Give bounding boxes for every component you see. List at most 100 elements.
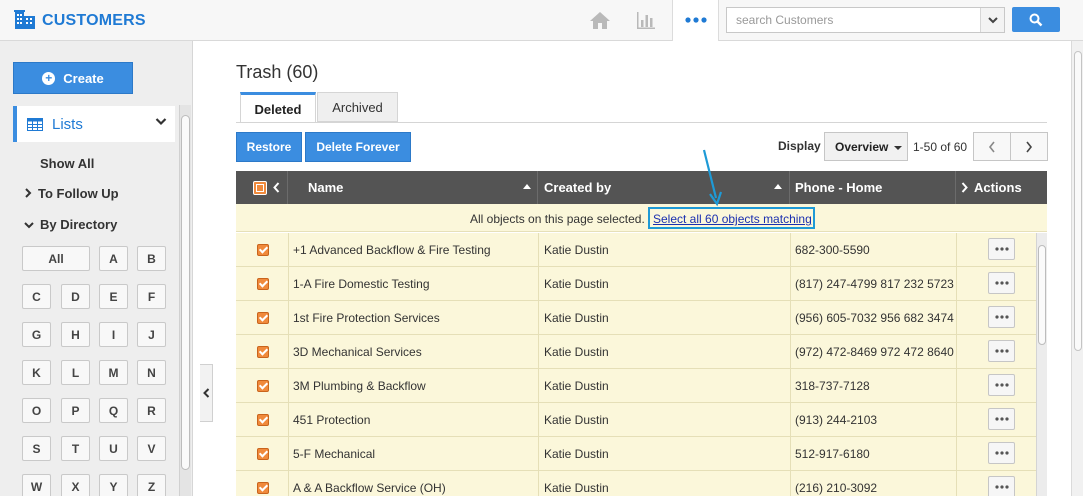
directory-letter-p[interactable]: P bbox=[61, 398, 90, 423]
search-button[interactable] bbox=[1012, 7, 1060, 32]
column-phone-home[interactable]: Phone - Home bbox=[790, 171, 956, 204]
column-actions[interactable]: Actions bbox=[956, 171, 1047, 204]
more-menu[interactable] bbox=[672, 0, 719, 41]
row-actions-button[interactable] bbox=[988, 408, 1015, 430]
row-name[interactable]: 3M Plumbing & Backflow bbox=[293, 379, 533, 393]
brand[interactable]: CUSTOMERS bbox=[14, 9, 146, 32]
select-all-checkbox[interactable] bbox=[253, 181, 267, 195]
directory-letter-h[interactable]: H bbox=[61, 322, 90, 347]
page-scrollbar[interactable] bbox=[1071, 41, 1083, 496]
table-row[interactable]: 1st Fire Protection Services Katie Dustin… bbox=[236, 301, 1036, 335]
directory-letter-z[interactable]: Z bbox=[137, 474, 166, 496]
table-row[interactable]: A & A Backflow Service (OH) Katie Dustin (… bbox=[236, 471, 1036, 496]
prev-page-button[interactable] bbox=[973, 132, 1011, 161]
directory-letter-d[interactable]: D bbox=[61, 284, 90, 309]
directory-letter-y[interactable]: Y bbox=[99, 474, 128, 496]
row-name[interactable]: 1-A Fire Domestic Testing bbox=[293, 277, 533, 291]
row-checkbox[interactable] bbox=[257, 482, 269, 494]
directory-letter-q[interactable]: Q bbox=[99, 398, 128, 423]
row-actions-button[interactable] bbox=[988, 306, 1015, 328]
collapse-sidebar-tab[interactable] bbox=[200, 364, 213, 422]
row-name[interactable]: 3D Mechanical Services bbox=[293, 345, 533, 359]
directory-letter-n[interactable]: N bbox=[137, 360, 166, 385]
row-name[interactable]: 5-F Mechanical bbox=[293, 447, 533, 461]
tab-deleted[interactable]: Deleted bbox=[240, 92, 316, 123]
to-follow-up-link[interactable]: To Follow Up bbox=[24, 186, 119, 201]
row-checkbox[interactable] bbox=[257, 312, 269, 324]
create-button[interactable]: + Create bbox=[13, 62, 133, 94]
row-actions-button[interactable] bbox=[988, 442, 1015, 464]
directory-letter-x[interactable]: X bbox=[61, 474, 90, 496]
home-icon[interactable] bbox=[586, 0, 614, 40]
directory-letter-l[interactable]: L bbox=[61, 360, 90, 385]
row-checkbox[interactable] bbox=[257, 448, 269, 460]
directory-letter-m[interactable]: M bbox=[99, 360, 128, 385]
row-name[interactable]: 1st Fire Protection Services bbox=[293, 311, 533, 325]
directory-all-button[interactable]: All bbox=[22, 246, 90, 271]
page-scroll-thumb[interactable] bbox=[1074, 51, 1082, 351]
directory-letter-g[interactable]: G bbox=[22, 322, 51, 347]
directory-letter-v[interactable]: V bbox=[137, 436, 166, 461]
row-phone-home: (972) 472-8469 972 472 8640 bbox=[795, 345, 954, 359]
select-all-highlight: Select all 60 objects matching bbox=[648, 207, 815, 229]
table-row[interactable]: 451 Protection Katie Dustin (913) 244-2103 bbox=[236, 403, 1036, 437]
row-phone-home: 318-737-7128 bbox=[795, 379, 870, 393]
row-checkbox[interactable] bbox=[257, 244, 269, 256]
column-name[interactable]: Name bbox=[288, 171, 538, 204]
directory-letter-b[interactable]: B bbox=[137, 246, 166, 271]
row-actions-button[interactable] bbox=[988, 272, 1015, 294]
row-actions-button[interactable] bbox=[988, 476, 1015, 496]
directory-letter-o[interactable]: O bbox=[22, 398, 51, 423]
row-checkbox[interactable] bbox=[257, 380, 269, 392]
chevron-left-icon[interactable] bbox=[273, 182, 280, 193]
column-divider bbox=[538, 335, 539, 369]
app-title: CUSTOMERS bbox=[42, 11, 146, 29]
row-name[interactable]: A & A Backflow Service (OH) bbox=[293, 481, 533, 495]
select-all-matching-link[interactable]: Select all 60 objects matching bbox=[653, 212, 812, 226]
row-name[interactable]: +1 Advanced Backflow & Fire Testing bbox=[293, 243, 533, 257]
row-checkbox[interactable] bbox=[257, 414, 269, 426]
directory-letter-c[interactable]: C bbox=[22, 284, 51, 309]
row-actions-button[interactable] bbox=[988, 340, 1015, 362]
directory-letter-t[interactable]: T bbox=[61, 436, 90, 461]
table-row[interactable]: 5-F Mechanical Katie Dustin 512-917-6180 bbox=[236, 437, 1036, 471]
chevron-right-icon bbox=[1026, 141, 1033, 152]
directory-letter-j[interactable]: J bbox=[137, 322, 166, 347]
directory-letter-w[interactable]: W bbox=[22, 474, 51, 496]
table-scrollbar[interactable] bbox=[1036, 233, 1047, 496]
table-row[interactable]: 1-A Fire Domestic Testing Katie Dustin (81… bbox=[236, 267, 1036, 301]
lists-header[interactable]: Lists bbox=[13, 106, 175, 142]
directory-letter-r[interactable]: R bbox=[137, 398, 166, 423]
sidebar-scroll-thumb[interactable] bbox=[181, 115, 190, 470]
directory-letter-u[interactable]: U bbox=[99, 436, 128, 461]
table-row[interactable]: 3M Plumbing & Backflow Katie Dustin 318-73… bbox=[236, 369, 1036, 403]
display-select[interactable]: Overview bbox=[824, 132, 908, 161]
bar-chart-icon[interactable] bbox=[632, 0, 660, 40]
table-scroll-thumb[interactable] bbox=[1038, 245, 1046, 345]
search-input[interactable] bbox=[727, 8, 979, 32]
tab-archived[interactable]: Archived bbox=[317, 92, 398, 122]
sidebar-scrollbar[interactable] bbox=[179, 105, 191, 496]
table-row[interactable]: +1 Advanced Backflow & Fire Testing Katie… bbox=[236, 233, 1036, 267]
by-directory-link[interactable]: By Directory bbox=[24, 217, 117, 232]
row-checkbox[interactable] bbox=[257, 346, 269, 358]
row-name[interactable]: 451 Protection bbox=[293, 413, 533, 427]
restore-button[interactable]: Restore bbox=[236, 132, 302, 162]
row-checkbox[interactable] bbox=[257, 278, 269, 290]
next-page-button[interactable] bbox=[1010, 132, 1048, 161]
column-divider bbox=[288, 233, 289, 267]
delete-forever-button[interactable]: Delete Forever bbox=[305, 132, 411, 162]
directory-letter-f[interactable]: F bbox=[137, 284, 166, 309]
table-row[interactable]: 3D Mechanical Services Katie Dustin (972) … bbox=[236, 335, 1036, 369]
page-range: 1-50 of 60 bbox=[913, 140, 968, 154]
directory-letter-i[interactable]: I bbox=[99, 322, 128, 347]
directory-letter-s[interactable]: S bbox=[22, 436, 51, 461]
show-all-link[interactable]: Show All bbox=[40, 156, 94, 171]
directory-letter-k[interactable]: K bbox=[22, 360, 51, 385]
search-filter-dropdown[interactable] bbox=[980, 8, 1004, 32]
directory-letter-e[interactable]: E bbox=[99, 284, 128, 309]
directory-letter-a[interactable]: A bbox=[99, 246, 128, 271]
row-actions-button[interactable] bbox=[988, 238, 1015, 260]
column-created-by[interactable]: Created by bbox=[538, 171, 790, 204]
row-actions-button[interactable] bbox=[988, 374, 1015, 396]
